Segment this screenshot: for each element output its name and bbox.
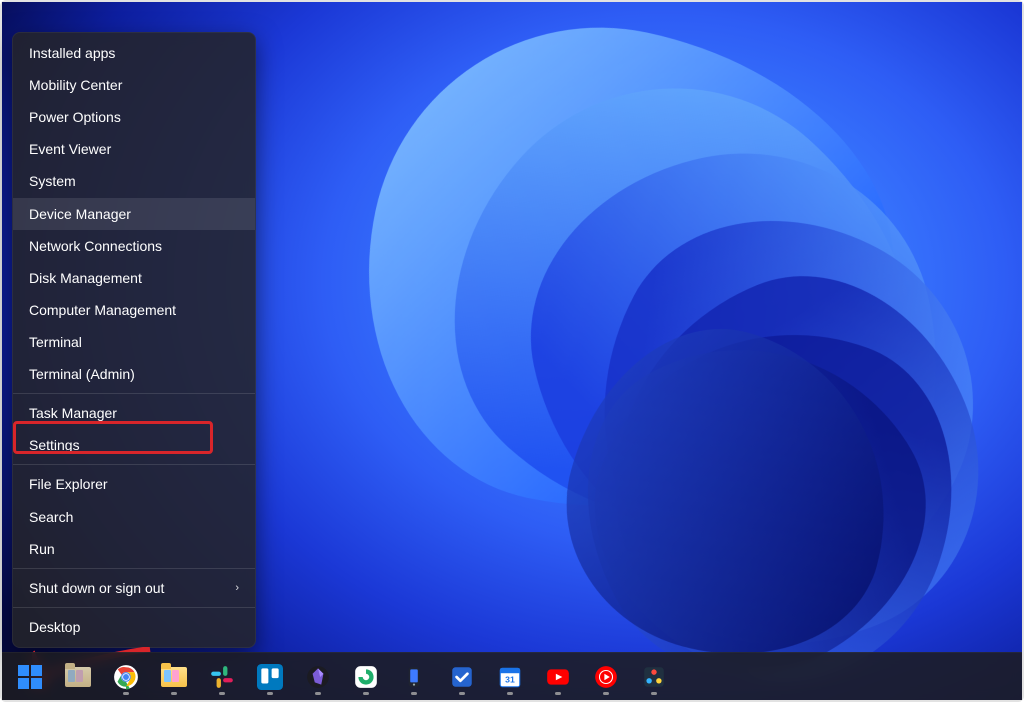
menu-item-power-options[interactable]: Power Options: [13, 101, 255, 133]
menu-item-terminal[interactable]: Terminal: [13, 326, 255, 358]
menu-item-label: Terminal: [29, 334, 82, 350]
running-indicator: [171, 692, 177, 695]
running-indicator: [555, 692, 561, 695]
menu-item-desktop[interactable]: Desktop: [13, 611, 255, 643]
menu-item-label: Device Manager: [29, 206, 131, 222]
files-folder-icon[interactable]: [154, 657, 194, 697]
running-indicator: [219, 692, 225, 695]
running-indicator: [315, 692, 321, 695]
menu-item-label: Settings: [29, 437, 80, 453]
obsidian-icon[interactable]: [298, 657, 338, 697]
menu-item-disk-management[interactable]: Disk Management: [13, 262, 255, 294]
running-indicator: [363, 692, 369, 695]
chevron-right-icon: ›: [235, 582, 239, 594]
menu-item-label: Event Viewer: [29, 141, 111, 157]
menu-item-system[interactable]: System: [13, 165, 255, 197]
menu-item-search[interactable]: Search: [13, 500, 255, 532]
taskbar: 31: [2, 652, 1022, 700]
trello-icon[interactable]: [250, 657, 290, 697]
green-pwa-icon[interactable]: [346, 657, 386, 697]
menu-item-label: Network Connections: [29, 238, 162, 254]
google-calendar-icon[interactable]: 31: [490, 657, 530, 697]
menu-item-label: Run: [29, 541, 55, 557]
calendar-date-label: 31: [505, 674, 515, 684]
running-indicator: [459, 692, 465, 695]
todo-icon[interactable]: [442, 657, 482, 697]
start-button[interactable]: [10, 657, 50, 697]
menu-item-computer-management[interactable]: Computer Management: [13, 294, 255, 326]
menu-item-label: Computer Management: [29, 302, 176, 318]
menu-item-label: File Explorer: [29, 476, 108, 492]
menu-item-label: Power Options: [29, 109, 121, 125]
youtube-music-icon[interactable]: [586, 657, 626, 697]
youtube-icon[interactable]: [538, 657, 578, 697]
menu-item-device-manager[interactable]: Device Manager: [13, 198, 255, 230]
menu-item-label: Terminal (Admin): [29, 366, 135, 382]
file-explorer-icon[interactable]: [58, 657, 98, 697]
menu-item-label: Task Manager: [29, 405, 117, 421]
winx-context-menu: Installed apps Mobility Center Power Optio…: [12, 32, 256, 648]
running-indicator: [123, 692, 129, 695]
davinci-resolve-icon[interactable]: [634, 657, 674, 697]
chrome-icon[interactable]: [106, 657, 146, 697]
menu-item-shut-down-or-sign-out[interactable]: Shut down or sign out ›: [13, 572, 255, 604]
menu-item-run[interactable]: Run: [13, 533, 255, 565]
menu-item-event-viewer[interactable]: Event Viewer: [13, 133, 255, 165]
menu-item-label: Desktop: [29, 619, 80, 635]
menu-item-network-connections[interactable]: Network Connections: [13, 230, 255, 262]
menu-item-settings[interactable]: Settings: [13, 429, 255, 461]
menu-item-installed-apps[interactable]: Installed apps: [13, 37, 255, 69]
menu-item-label: Mobility Center: [29, 77, 122, 93]
running-indicator: [411, 692, 417, 695]
phone-link-icon[interactable]: [394, 657, 434, 697]
menu-item-label: Installed apps: [29, 45, 115, 61]
running-indicator: [267, 692, 273, 695]
menu-item-terminal-admin[interactable]: Terminal (Admin): [13, 358, 255, 390]
menu-separator: [13, 393, 255, 394]
menu-item-label: Shut down or sign out: [29, 580, 164, 596]
menu-item-label: System: [29, 173, 76, 189]
menu-item-label: Search: [29, 509, 73, 525]
menu-separator: [13, 464, 255, 465]
menu-separator: [13, 607, 255, 608]
menu-item-label: Disk Management: [29, 270, 142, 286]
slack-icon[interactable]: [202, 657, 242, 697]
menu-item-task-manager[interactable]: Task Manager: [13, 397, 255, 429]
menu-item-mobility-center[interactable]: Mobility Center: [13, 69, 255, 101]
desktop[interactable]: Installed apps Mobility Center Power Optio…: [2, 2, 1022, 700]
menu-item-file-explorer[interactable]: File Explorer: [13, 468, 255, 500]
running-indicator: [651, 692, 657, 695]
running-indicator: [603, 692, 609, 695]
menu-separator: [13, 568, 255, 569]
running-indicator: [507, 692, 513, 695]
